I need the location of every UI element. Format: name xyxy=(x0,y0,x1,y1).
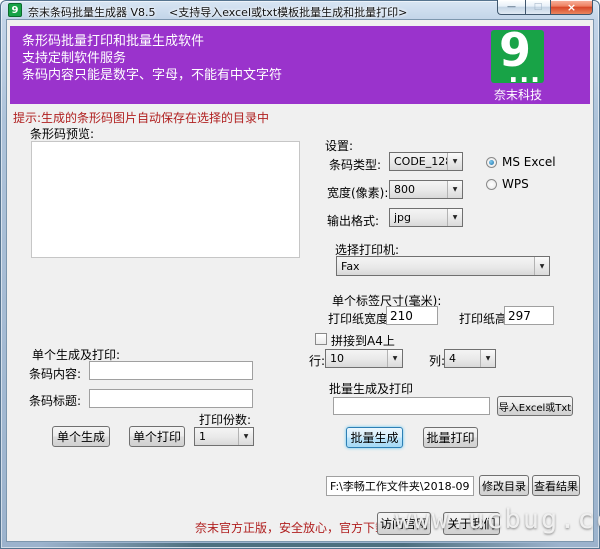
batch-title: 批量生成及打印 xyxy=(329,382,414,396)
width-value: 800 xyxy=(394,183,415,196)
single-print-button[interactable]: 单个打印 xyxy=(129,426,185,447)
banner-text: 条形码批量打印和批量生成软件 支持定制软件服务 条码内容只能是数字、字母，不能有… xyxy=(22,33,282,84)
rows-select[interactable]: 10 ▼ xyxy=(325,349,403,368)
radio-ms-excel[interactable] xyxy=(486,157,497,168)
format-value: jpg xyxy=(394,211,412,224)
banner-line-3: 条码内容只能是数字、字母，不能有中文字符 xyxy=(22,68,283,83)
printer-value: Fax xyxy=(341,259,360,273)
width-select[interactable]: 800 ▼ xyxy=(389,180,463,199)
content-input[interactable] xyxy=(89,361,253,380)
rows-value: 10 xyxy=(330,352,344,365)
modify-dir-button[interactable]: 修改目录 xyxy=(479,475,529,496)
cols-select[interactable]: 4 ▼ xyxy=(444,349,496,368)
batch-print-button[interactable]: 批量打印 xyxy=(423,427,478,448)
chevron-down-icon: ▼ xyxy=(534,257,549,275)
settings-title: 设置: xyxy=(325,139,354,153)
app-logo-icon: 9 xyxy=(8,3,22,17)
chevron-down-icon: ▼ xyxy=(447,209,462,226)
brand-name: 奈末科技 xyxy=(493,88,542,102)
a4-checkbox[interactable] xyxy=(315,333,327,345)
client-area: 条形码批量打印和批量生成软件 支持定制软件服务 条码内容只能是数字、字母，不能有… xyxy=(7,20,600,541)
cols-label: 列: xyxy=(429,354,446,368)
a4-checkbox-label[interactable]: 拼接到A4上 xyxy=(331,332,395,349)
minimize-icon: — xyxy=(507,1,516,12)
printer-select[interactable]: Fax ▼ xyxy=(336,256,550,276)
cols-value: 4 xyxy=(449,352,456,365)
barcode-type-label: 条码类型: xyxy=(329,158,382,172)
banner-line-1: 条形码批量打印和批量生成软件 xyxy=(22,34,205,49)
import-excel-button[interactable]: 导入Excel或Txt xyxy=(497,396,573,416)
chevron-down-icon: ▼ xyxy=(238,428,253,445)
content-label: 条码内容: xyxy=(29,367,82,381)
format-select[interactable]: jpg ▼ xyxy=(389,208,463,227)
barcode-type-value: CODE_128 xyxy=(394,155,447,168)
rows-label: 行: xyxy=(309,354,326,368)
title-label: 条码标题: xyxy=(29,394,82,408)
preview-label: 条形码预览: xyxy=(30,127,95,141)
single-generate-button[interactable]: 单个生成 xyxy=(52,426,110,447)
barcode-preview-panel xyxy=(31,141,300,258)
banner: 条形码批量打印和批量生成软件 支持定制软件服务 条码内容只能是数字、字母，不能有… xyxy=(10,26,590,104)
chevron-down-icon: ▼ xyxy=(480,350,495,367)
window-title-text: 奈末条码批量生成器 V8.5 xyxy=(28,6,156,19)
view-result-button[interactable]: 查看结果 xyxy=(532,475,580,496)
title-bar[interactable]: 9 奈末条码批量生成器 V8.5 <支持导入excel或txt模板批量生成和批量… xyxy=(0,0,600,20)
watermark: www.ucbug.cc xyxy=(395,504,600,535)
batch-file-input[interactable] xyxy=(333,397,490,415)
radio-wps[interactable] xyxy=(486,179,497,190)
chevron-down-icon: ▼ xyxy=(447,153,462,170)
copies-select[interactable]: 1 ▼ xyxy=(194,427,254,446)
logo-dots-glyph: ... xyxy=(508,59,541,83)
maximize-button[interactable]: □ xyxy=(525,0,551,15)
brand-logo-icon: 9 ... xyxy=(491,30,544,83)
banner-line-2: 支持定制软件服务 xyxy=(22,51,127,66)
window-controls: — □ × xyxy=(497,0,593,15)
batch-generate-button[interactable]: 批量生成 xyxy=(346,427,403,448)
radio-ms-excel-label[interactable]: MS Excel xyxy=(502,155,556,169)
app-window: 9 奈末条码批量生成器 V8.5 <支持导入excel或txt模板批量生成和批量… xyxy=(0,0,600,549)
format-label: 输出格式: xyxy=(327,214,380,228)
radio-wps-label[interactable]: WPS xyxy=(502,177,529,191)
maximize-icon: □ xyxy=(533,1,543,12)
window-title: 奈末条码批量生成器 V8.5 <支持导入excel或txt模板批量生成和批量打印… xyxy=(28,4,407,20)
chevron-down-icon: ▼ xyxy=(447,181,462,198)
paper-height-input[interactable] xyxy=(504,306,554,325)
window-subtitle-text: <支持导入excel或txt模板批量生成和批量打印> xyxy=(169,6,408,19)
minimize-button[interactable]: — xyxy=(497,0,525,15)
width-label: 宽度(像素): xyxy=(327,186,389,200)
hint-text: 提示:生成的条形码图片自动保存在选择的目录中 xyxy=(13,111,270,125)
close-button[interactable]: × xyxy=(551,0,593,15)
close-icon: × xyxy=(566,0,577,14)
title-input[interactable] xyxy=(89,389,253,408)
window-bottom-edge xyxy=(40,543,560,547)
paper-width-label: 打印纸宽度: xyxy=(328,312,393,326)
chevron-down-icon: ▼ xyxy=(387,350,402,367)
copies-value: 1 xyxy=(199,430,206,443)
paper-width-input[interactable] xyxy=(386,306,438,325)
promo-text: 奈末官方正版，安全放心，官方下载--> xyxy=(195,521,406,535)
barcode-type-select[interactable]: CODE_128 ▼ xyxy=(389,152,463,171)
save-path-input[interactable] xyxy=(326,476,474,496)
copies-label: 打印份数: xyxy=(199,413,252,427)
